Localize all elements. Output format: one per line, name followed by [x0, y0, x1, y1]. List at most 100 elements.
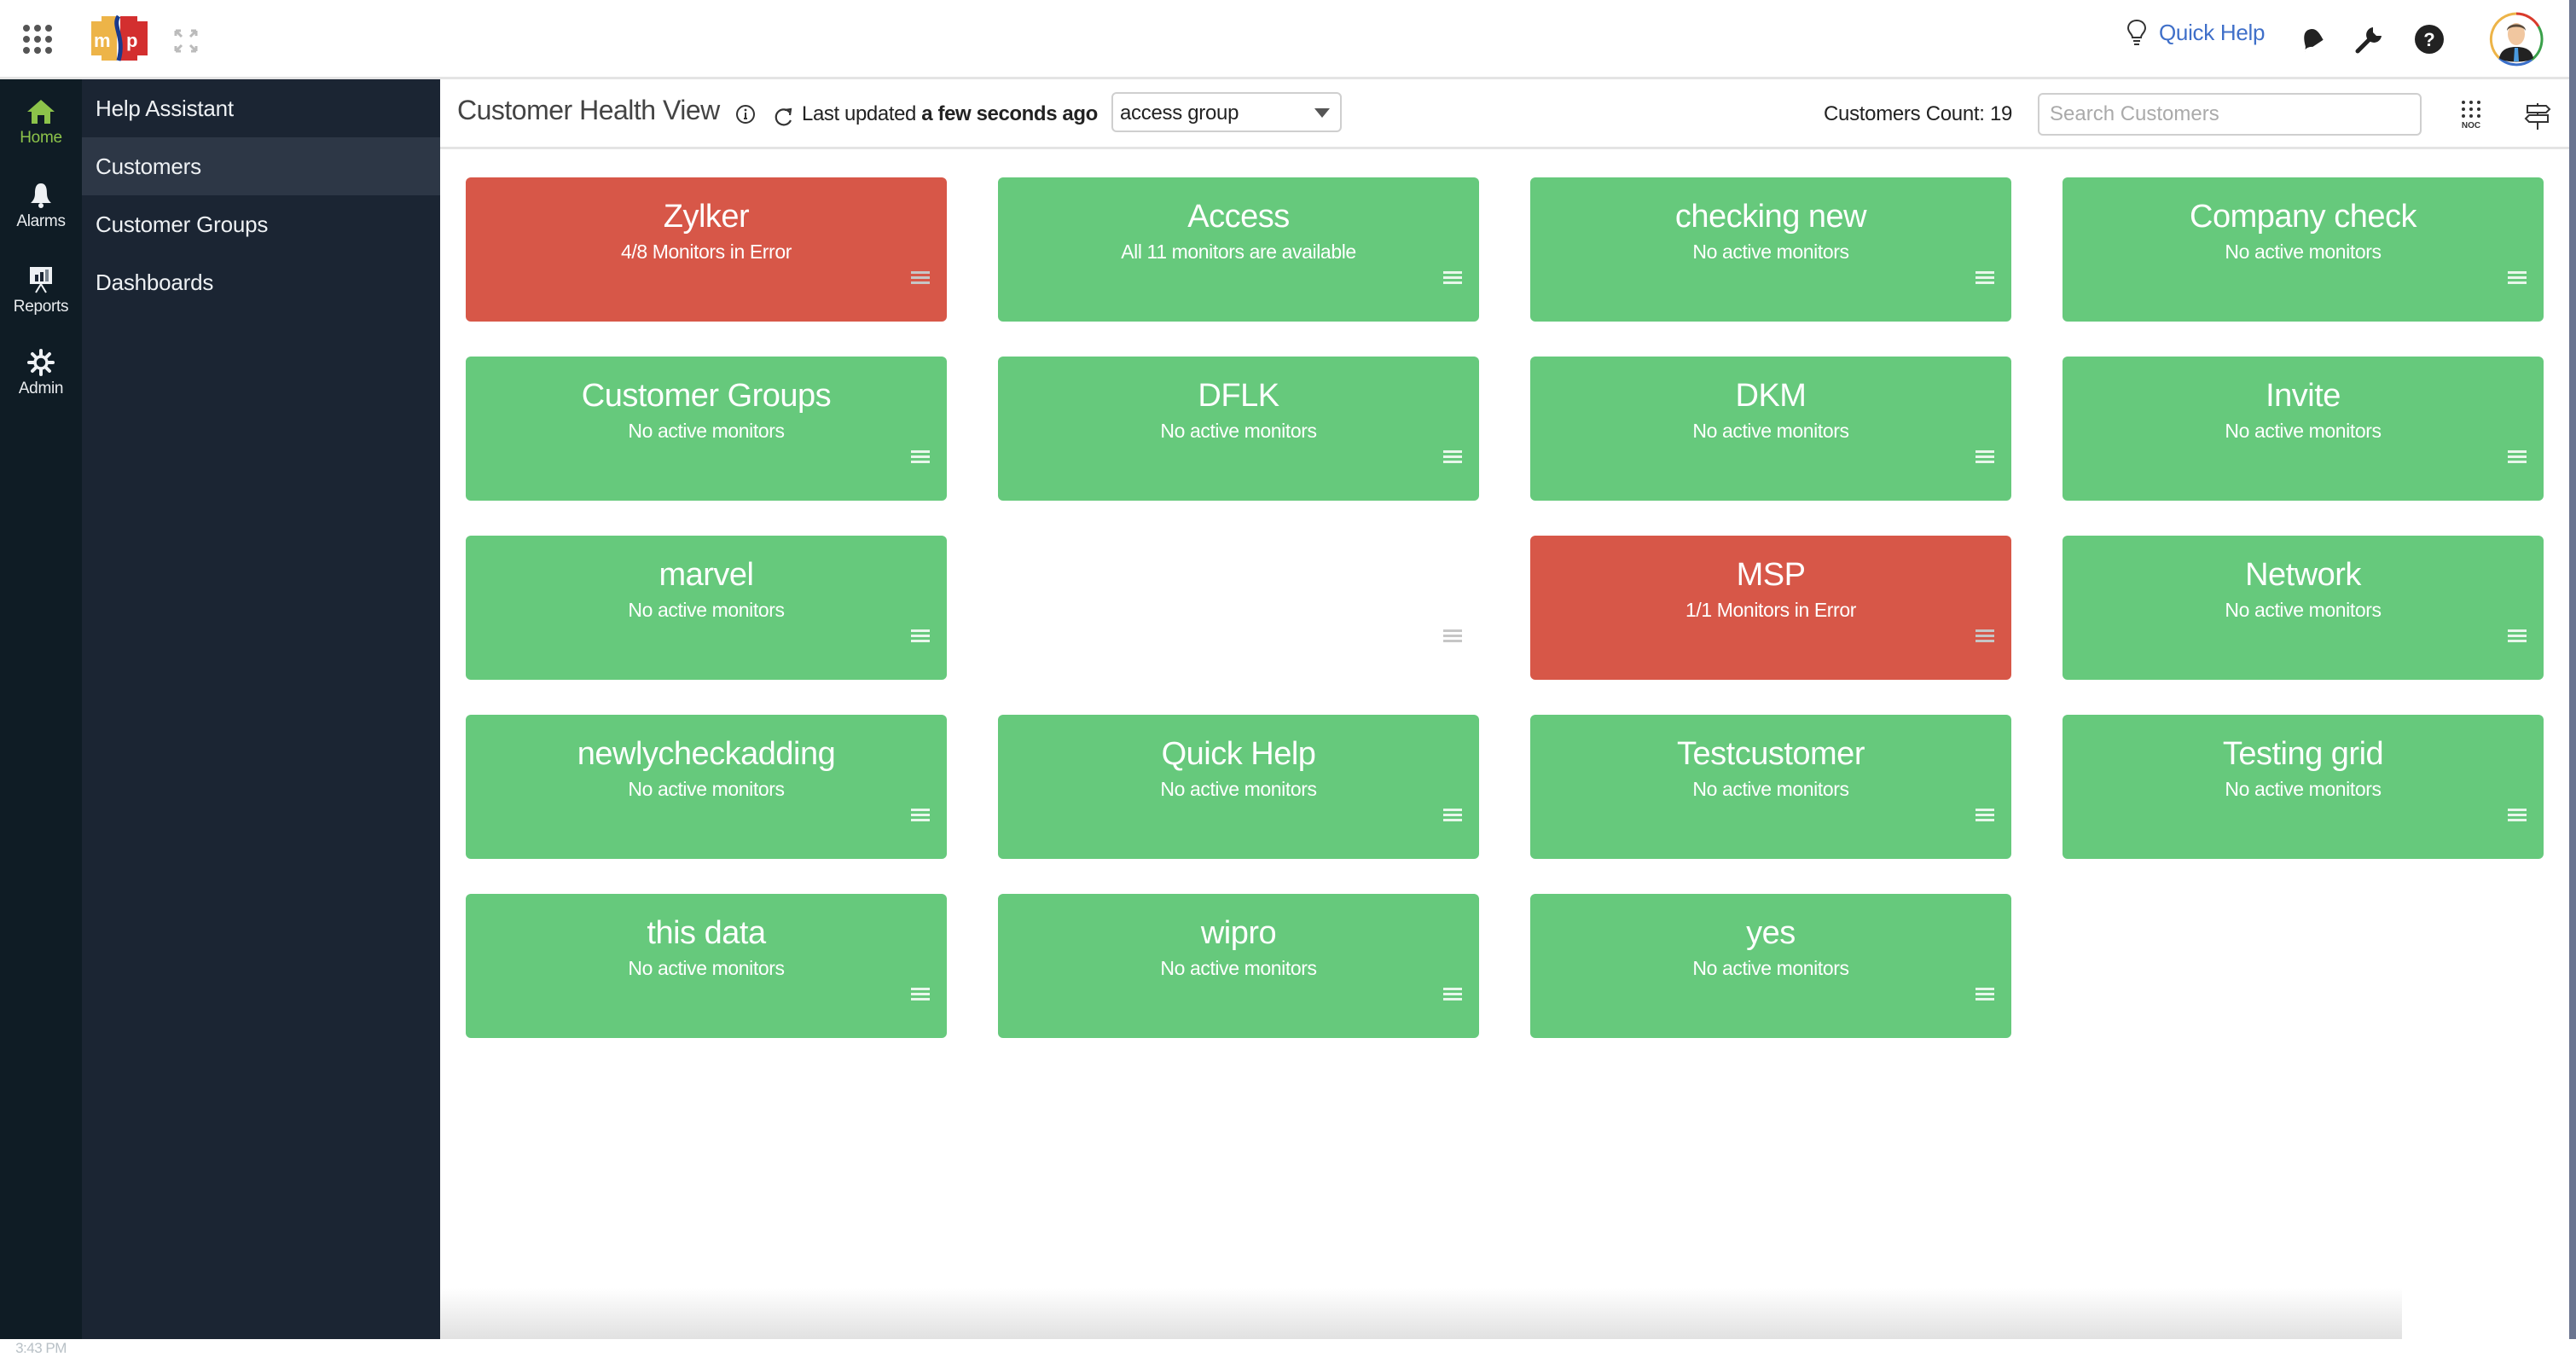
rail-item-admin[interactable]: Admin [0, 349, 82, 398]
help-icon[interactable]: ? [2414, 24, 2445, 55]
hamburger-menu-icon[interactable] [1976, 629, 1994, 643]
customer-name: wipro [1200, 915, 1277, 951]
search-customers-input[interactable] [2038, 93, 2422, 136]
customer-card[interactable]: Access All 11 monitors are available [998, 177, 1479, 322]
quick-help-link[interactable]: Quick Help [2126, 19, 2265, 46]
hamburger-menu-icon[interactable] [1976, 809, 1994, 822]
customer-status: No active monitors [1692, 420, 1849, 442]
customer-name: Customer Groups [581, 378, 832, 414]
customer-card[interactable]: Company check No active monitors [2063, 177, 2544, 322]
svg-text:NOC: NOC [2462, 121, 2480, 130]
user-avatar[interactable] [2489, 12, 2544, 67]
hamburger-menu-icon[interactable] [1443, 809, 1462, 822]
customer-card[interactable]: Quick Help No active monitors [998, 715, 1479, 859]
customer-name: Quick Help [1161, 736, 1316, 772]
customer-group-select[interactable]: access group [1111, 92, 1342, 132]
customer-status: 1/1 Monitors in Error [1685, 599, 1856, 621]
svg-text:m: m [94, 30, 111, 51]
chevron-down-icon [1314, 108, 1330, 118]
sidebar-item-customers[interactable]: Customers [82, 137, 440, 195]
customer-name: Invite [2266, 378, 2341, 414]
rail-item-home[interactable]: Home [0, 98, 82, 148]
customer-status: No active monitors [2225, 420, 2382, 442]
customer-card[interactable]: Zylker 4/8 Monitors in Error [466, 177, 947, 322]
customer-card[interactable]: Monitoring portal 1/7 Monitors in Error [998, 536, 1479, 680]
apps-grid-icon[interactable] [23, 25, 52, 54]
alarm-bell-icon[interactable] [2297, 24, 2328, 55]
page-header: Customer Health View Last updated a few … [440, 79, 2569, 149]
main-content: Customer Health View Last updated a few … [440, 79, 2569, 1339]
sidebar-item-customer-groups[interactable]: Customer Groups [82, 195, 440, 253]
customer-card[interactable]: this data No active monitors [466, 894, 947, 1038]
customer-card[interactable]: DKM No active monitors [1530, 357, 2011, 501]
wrench-icon[interactable] [2354, 24, 2385, 55]
customer-card[interactable]: Customer Groups No active monitors [466, 357, 947, 501]
hamburger-menu-icon[interactable] [911, 809, 930, 822]
customer-name: Testcustomer [1677, 736, 1865, 772]
customer-card[interactable]: DFLK No active monitors [998, 357, 1479, 501]
customer-card[interactable]: Testing grid No active monitors [2063, 715, 2544, 859]
rail-item-reports[interactable]: Reports [0, 265, 82, 316]
customer-name: Monitoring portal [1121, 557, 1356, 593]
customer-name: yes [1746, 915, 1796, 951]
rail-label: Alarms [16, 212, 66, 230]
customer-status: No active monitors [1160, 957, 1317, 979]
hamburger-menu-icon[interactable] [911, 450, 930, 464]
noc-view-icon[interactable]: NOC [2457, 98, 2486, 130]
customer-status: No active monitors [628, 420, 785, 442]
hamburger-menu-icon[interactable] [2508, 450, 2527, 464]
customer-status: No active monitors [2225, 241, 2382, 263]
customer-card[interactable]: newlycheckadding No active monitors [466, 715, 947, 859]
customer-card[interactable]: Network No active monitors [2063, 536, 2544, 680]
customer-status: No active monitors [1692, 957, 1849, 979]
hamburger-menu-icon[interactable] [1443, 629, 1462, 643]
hamburger-menu-icon[interactable] [911, 988, 930, 1001]
rail-item-alarms[interactable]: Alarms [0, 182, 82, 231]
info-icon[interactable] [735, 104, 756, 125]
customer-status: No active monitors [2225, 599, 2382, 621]
refresh-icon[interactable] [773, 106, 795, 128]
customer-card[interactable]: Invite No active monitors [2063, 357, 2544, 501]
customer-status: No active monitors [628, 778, 785, 800]
hamburger-menu-icon[interactable] [1976, 450, 1994, 464]
hamburger-menu-icon[interactable] [2508, 629, 2527, 643]
sidebar-item-dashboards[interactable]: Dashboards [82, 253, 440, 311]
top-bar: m p Quick Help ? [0, 0, 2569, 79]
customer-status: No active monitors [2225, 778, 2382, 800]
quick-help-label: Quick Help [2159, 19, 2266, 45]
customer-status: No active monitors [628, 957, 785, 979]
customer-card[interactable]: MSP 1/1 Monitors in Error [1530, 536, 2011, 680]
icon-rail: Home Alarms Reports Admin 3:43 PM [0, 79, 82, 1356]
window-edge-scrollbar[interactable] [2569, 0, 2576, 1339]
hamburger-menu-icon[interactable] [2508, 809, 2527, 822]
signpost-filter-icon[interactable] [2523, 103, 2552, 130]
customer-status: No active monitors [1160, 420, 1317, 442]
customer-name: Network [2245, 557, 2361, 593]
home-icon [27, 100, 55, 124]
hamburger-menu-icon[interactable] [1443, 271, 1462, 285]
msp-logo[interactable]: m p [86, 14, 151, 62]
hamburger-menu-icon[interactable] [1976, 271, 1994, 285]
hamburger-menu-icon[interactable] [1976, 988, 1994, 1001]
customer-group-select-value: access group [1120, 101, 1239, 125]
expand-icon[interactable] [173, 28, 199, 54]
hamburger-menu-icon[interactable] [911, 629, 930, 643]
customer-name: this data [647, 915, 766, 951]
customer-status: No active monitors [1692, 778, 1849, 800]
hamburger-menu-icon[interactable] [1443, 450, 1462, 464]
customer-name: newlycheckadding [577, 736, 836, 772]
customer-name: Access [1187, 199, 1290, 235]
hamburger-menu-icon[interactable] [2508, 271, 2527, 285]
last-updated-prefix: Last updated [802, 102, 916, 125]
customer-card[interactable]: wipro No active monitors [998, 894, 1479, 1038]
customer-name: checking new [1674, 199, 1867, 235]
customer-status: No active monitors [1160, 778, 1317, 800]
customer-card[interactable]: marvel No active monitors [466, 536, 947, 680]
hamburger-menu-icon[interactable] [1443, 988, 1462, 1001]
customer-status: No active monitors [1692, 241, 1849, 263]
customer-card[interactable]: checking new No active monitors [1530, 177, 2011, 322]
customer-card[interactable]: Testcustomer No active monitors [1530, 715, 2011, 859]
sidebar-item-help-assistant[interactable]: Help Assistant [82, 79, 440, 137]
hamburger-menu-icon[interactable] [911, 271, 930, 285]
customer-card[interactable]: yes No active monitors [1530, 894, 2011, 1038]
